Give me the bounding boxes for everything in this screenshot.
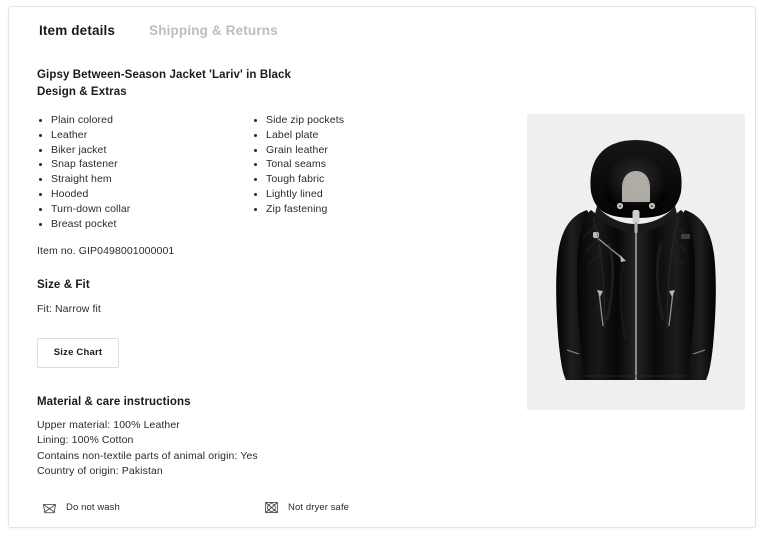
care-symbol-not-dryer-safe: Not dryer safe <box>264 500 349 515</box>
item-number: Item no. GIP0498001000001 <box>37 245 175 258</box>
tab-shipping-returns[interactable]: Shipping & Returns <box>147 19 280 42</box>
lining-line: Lining: 100% Cotton <box>37 434 134 447</box>
feature-lists: Plain colored Leather Biker jacket Snap … <box>37 113 507 231</box>
list-item: Biker jacket <box>37 143 252 158</box>
product-details-page: Item details Shipping & Returns Gipsy Be… <box>0 0 770 534</box>
design-extras-heading: Design & Extras <box>37 86 127 98</box>
care-symbol-do-not-wash: Do not wash <box>42 500 120 515</box>
list-item: Turn-down collar <box>37 202 252 217</box>
list-item: Snap fastener <box>37 157 252 172</box>
material-care-heading: Material & care instructions <box>37 395 191 408</box>
feature-list-one: Plain colored Leather Biker jacket Snap … <box>37 113 252 231</box>
upper-material-line: Upper material: 100% Leather <box>37 418 180 431</box>
feature-column-two: Side zip pockets Label plate Grain leath… <box>252 113 467 231</box>
tab-panel-item-details: Gipsy Between-Season Jacket 'Lariv' in B… <box>9 54 755 527</box>
list-item: Hooded <box>37 187 252 202</box>
list-item: Breast pocket <box>37 217 252 232</box>
product-title: Gipsy Between-Season Jacket 'Lariv' in B… <box>37 69 292 81</box>
list-item: Tough fabric <box>252 172 467 187</box>
list-item: Lightly lined <box>252 187 467 202</box>
list-item: Leather <box>37 128 252 143</box>
not-dryer-safe-icon <box>264 500 279 515</box>
item-details-card: Item details Shipping & Returns Gipsy Be… <box>8 6 756 528</box>
list-item: Grain leather <box>252 143 467 158</box>
care-symbols: Do not wash No chemical wash <box>37 500 507 527</box>
jacket-illustration <box>527 114 745 410</box>
size-chart-button[interactable]: Size Chart <box>37 337 119 368</box>
size-fit-heading: Size & Fit <box>37 279 90 292</box>
tab-bar: Item details Shipping & Returns <box>9 7 755 54</box>
list-item: Side zip pockets <box>252 113 467 128</box>
list-item: Zip fastening <box>252 202 467 217</box>
do-not-wash-icon <box>42 500 57 515</box>
details-column: Gipsy Between-Season Jacket 'Lariv' in B… <box>37 67 507 527</box>
country-of-origin-line: Country of origin: Pakistan <box>37 465 163 478</box>
feature-list-two: Side zip pockets Label plate Grain leath… <box>252 113 467 217</box>
product-image[interactable] <box>527 114 745 410</box>
animal-origin-line: Contains non-textile parts of animal ori… <box>37 449 258 462</box>
fit-value: Fit: Narrow fit <box>37 303 101 316</box>
care-symbol-label: Do not wash <box>66 501 120 513</box>
list-item: Label plate <box>252 128 467 143</box>
list-item: Plain colored <box>37 113 252 128</box>
list-item: Straight hem <box>37 172 252 187</box>
tab-item-details[interactable]: Item details <box>37 19 117 42</box>
care-symbol-label: Not dryer safe <box>288 501 350 513</box>
feature-column-one: Plain colored Leather Biker jacket Snap … <box>37 113 252 231</box>
material-lines: Upper material: 100% Leather Lining: 100… <box>37 418 507 480</box>
list-item: Tonal seams <box>252 157 467 172</box>
